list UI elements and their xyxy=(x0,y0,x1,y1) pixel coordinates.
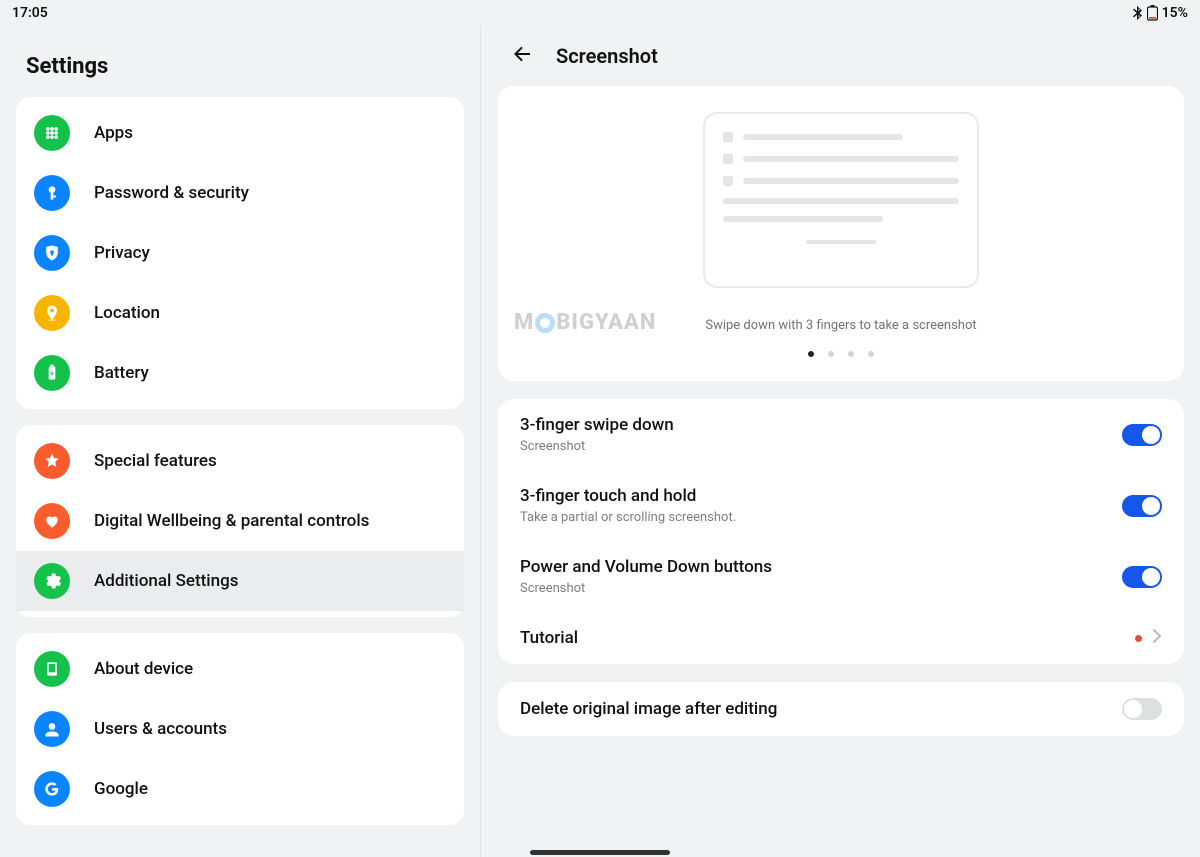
setting-subtitle: Screenshot xyxy=(520,581,1122,596)
sidebar-item-label: About device xyxy=(94,659,193,679)
status-time: 17:05 xyxy=(12,5,48,21)
sidebar-title: Settings xyxy=(0,26,480,97)
privacy-icon xyxy=(34,235,70,271)
sidebar-item-label: Users & accounts xyxy=(94,719,227,739)
setting-title: 3-finger touch and hold xyxy=(520,486,1122,506)
sidebar-item-label: Battery xyxy=(94,363,149,383)
battery-icon xyxy=(34,355,70,391)
setting-title: Delete original image after editing xyxy=(520,699,1122,719)
sidebar-item-label: Special features xyxy=(94,451,217,471)
setting-delete-original-image-after-editing[interactable]: Delete original image after editing xyxy=(498,682,1184,736)
detail-title: Screenshot xyxy=(556,44,658,68)
sidebar-item-label: Location xyxy=(94,303,160,323)
nav-indicator[interactable] xyxy=(530,850,670,855)
setting-subtitle: Screenshot xyxy=(520,439,1122,454)
setting-text: Delete original image after editing xyxy=(520,699,1122,719)
status-right: 15% xyxy=(1133,5,1188,21)
notification-dot-icon xyxy=(1135,635,1142,642)
page-indicator[interactable] xyxy=(808,351,874,357)
page-dot[interactable] xyxy=(828,351,834,357)
back-arrow-icon xyxy=(510,42,534,66)
page-dot[interactable] xyxy=(848,351,854,357)
battery-percentage: 15% xyxy=(1162,5,1188,21)
detail-header: Screenshot xyxy=(482,26,1200,86)
sidebar-item-password-security[interactable]: Password & security xyxy=(16,163,464,223)
apps-icon xyxy=(34,115,70,151)
toggle-switch[interactable] xyxy=(1122,495,1162,517)
sidebar-item-label: Digital Wellbeing & parental controls xyxy=(94,511,369,531)
setting-3-finger-touch-and-hold[interactable]: 3-finger touch and hold Take a partial or… xyxy=(498,470,1184,541)
sidebar-item-label: Password & security xyxy=(94,183,249,203)
setting-text: 3-finger touch and hold Take a partial or… xyxy=(520,486,1122,525)
sidebar-item-label: Additional Settings xyxy=(94,571,239,591)
watermark: MBIGYAAN xyxy=(514,310,656,335)
chevron-right-icon xyxy=(1152,628,1162,648)
google-icon xyxy=(34,771,70,807)
sidebar-group: Apps Password & security Privacy Location Ba… xyxy=(16,97,464,409)
demo-caption: Swipe down with 3 fingers to take a scre… xyxy=(705,318,976,333)
sidebar-item-location[interactable]: Location xyxy=(16,283,464,343)
sidebar-item-google[interactable]: Google xyxy=(16,759,464,819)
setting-title: 3-finger swipe down xyxy=(520,415,1122,435)
sidebar-item-additional-settings[interactable]: Additional Settings xyxy=(16,551,464,611)
battery-icon xyxy=(1147,5,1158,21)
sidebar-item-about-device[interactable]: About device xyxy=(16,639,464,699)
sidebar-item-special-features[interactable]: Special features xyxy=(16,431,464,491)
sidebar-group: Special features Digital Wellbeing & pare… xyxy=(16,425,464,617)
user-icon xyxy=(34,711,70,747)
sidebar-item-digital-wellbeing-parental-controls[interactable]: Digital Wellbeing & parental controls xyxy=(16,491,464,551)
setting-tutorial[interactable]: Tutorial xyxy=(498,612,1184,664)
setting-title: Tutorial xyxy=(520,628,1135,648)
detail-pane[interactable]: Screenshot Swipe down with 3 fingers to … xyxy=(482,26,1200,857)
device-icon xyxy=(34,651,70,687)
screenshot-extra-card: Delete original image after editing xyxy=(498,682,1184,736)
page-dot[interactable] xyxy=(808,351,814,357)
sidebar-item-label: Privacy xyxy=(94,243,150,263)
setting-3-finger-swipe-down[interactable]: 3-finger swipe down Screenshot xyxy=(498,399,1184,470)
page-dot[interactable] xyxy=(868,351,874,357)
sidebar-item-users-accounts[interactable]: Users & accounts xyxy=(16,699,464,759)
star-icon xyxy=(34,443,70,479)
screenshot-settings-card: 3-finger swipe down Screenshot 3-finger to… xyxy=(498,399,1184,664)
settings-sidebar[interactable]: Settings Apps Password & security Privacy L… xyxy=(0,26,481,857)
sidebar-group: About device Users & accounts Google xyxy=(16,633,464,825)
sidebar-item-battery[interactable]: Battery xyxy=(16,343,464,403)
status-bar: 17:05 15% xyxy=(0,0,1200,26)
demo-frame xyxy=(703,112,979,288)
back-button[interactable] xyxy=(510,42,534,70)
setting-text: Power and Volume Down buttons Screenshot xyxy=(520,557,1122,596)
setting-power-and-volume-down-buttons[interactable]: Power and Volume Down buttons Screenshot xyxy=(498,541,1184,612)
gear-icon xyxy=(34,563,70,599)
bluetooth-icon xyxy=(1133,6,1143,20)
sidebar-item-apps[interactable]: Apps xyxy=(16,103,464,163)
tutorial-preview-card: Swipe down with 3 fingers to take a scre… xyxy=(498,86,1184,381)
sidebar-item-label: Google xyxy=(94,779,148,799)
toggle-switch[interactable] xyxy=(1122,566,1162,588)
toggle-switch[interactable] xyxy=(1122,424,1162,446)
heart-icon xyxy=(34,503,70,539)
toggle-switch[interactable] xyxy=(1122,698,1162,720)
link-accessory xyxy=(1135,628,1162,648)
location-icon xyxy=(34,295,70,331)
key-icon xyxy=(34,175,70,211)
setting-subtitle: Take a partial or scrolling screenshot. xyxy=(520,510,1122,525)
setting-text: 3-finger swipe down Screenshot xyxy=(520,415,1122,454)
sidebar-item-privacy[interactable]: Privacy xyxy=(16,223,464,283)
sidebar-item-label: Apps xyxy=(94,123,133,143)
setting-title: Power and Volume Down buttons xyxy=(520,557,1122,577)
setting-text: Tutorial xyxy=(520,628,1135,648)
